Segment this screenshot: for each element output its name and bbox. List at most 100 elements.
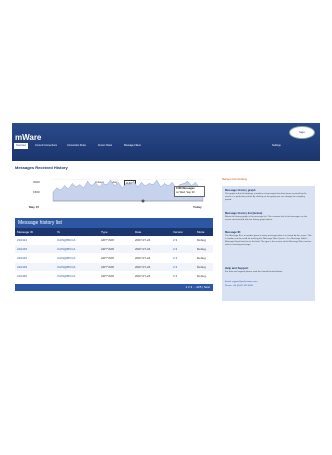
column-header[interactable]: To bbox=[57, 228, 60, 236]
data-point bbox=[110, 179, 111, 181]
type-cell: ADT^A08 bbox=[101, 256, 114, 260]
mode-cell: Debug bbox=[197, 256, 206, 260]
help-heading: Message ID bbox=[225, 230, 241, 234]
mode-cell: Debug bbox=[197, 265, 206, 269]
to-link[interactable]: CAIS@BCCA bbox=[57, 254, 75, 262]
nav-current-connections[interactable]: Current Connections bbox=[33, 143, 59, 149]
type-cell: ADT^A08 bbox=[101, 274, 114, 278]
data-point bbox=[79, 184, 81, 185]
message-id-link[interactable]: 210415 bbox=[17, 245, 27, 253]
x-start-label: May 15 bbox=[29, 205, 39, 209]
pagination[interactable]: 1 2 3 ... 225 | Next bbox=[15, 284, 213, 291]
data-point bbox=[137, 186, 138, 188]
column-header[interactable]: Type bbox=[101, 228, 108, 236]
table-row[interactable]: 210415 CAIS@BCCA ADT^A08 2007-07-24 2.3 … bbox=[15, 245, 213, 253]
data-point bbox=[160, 186, 161, 188]
main-nav: Overview Current Connections Connection … bbox=[12, 143, 320, 149]
data-point bbox=[195, 182, 196, 183]
company-logo: logo bbox=[289, 126, 315, 139]
message-list-panel: Message history list Message ID To Type … bbox=[15, 218, 213, 298]
table-row[interactable]: 210414 CAIS@BCCA ADT^A08 2007-07-24 2.3 … bbox=[15, 236, 213, 244]
table-row[interactable]: 210416 CAIS@BCCA ADT^A08 2007-07-24 2.3 … bbox=[15, 254, 213, 262]
data-point bbox=[141, 182, 142, 183]
nav-message-filters[interactable]: Message Filters bbox=[122, 143, 143, 149]
help-text: The graph at the left displays a timelin… bbox=[225, 193, 307, 201]
data-point bbox=[125, 183, 127, 184]
type-cell: ADT^A08 bbox=[101, 247, 114, 251]
data-point bbox=[179, 184, 181, 185]
date-cell: 2007-07-24 bbox=[135, 238, 151, 242]
message-id-link[interactable]: 210419 bbox=[17, 263, 27, 271]
to-link[interactable]: CAIS@BCCA bbox=[57, 263, 75, 271]
help-heading: Message history graph bbox=[225, 188, 256, 192]
version-link[interactable]: 2.3 bbox=[173, 263, 177, 271]
range-slider-handle[interactable] bbox=[141, 199, 145, 203]
data-point bbox=[187, 181, 188, 182]
data-point bbox=[183, 183, 185, 184]
server-status-link[interactable]: Server not running bbox=[222, 177, 247, 181]
table-row[interactable]: 210419 CAIS@BCCA ADT^A08 2007-07-24 2.3 … bbox=[15, 263, 213, 271]
data-point bbox=[171, 182, 173, 183]
nav-overview[interactable]: Overview bbox=[14, 143, 28, 149]
data-point bbox=[133, 181, 135, 182]
table-row[interactable]: 210420 CAIS@BCCA ADT^A08 2007-07-24 2.3 … bbox=[15, 272, 213, 280]
data-point bbox=[148, 183, 150, 184]
app-title: mWare bbox=[15, 133, 42, 142]
column-header[interactable]: Date bbox=[135, 228, 141, 236]
help-heading: Message history list (below) bbox=[225, 211, 263, 215]
to-link[interactable]: CAIS@BCCA bbox=[57, 272, 75, 280]
data-point bbox=[87, 181, 88, 182]
data-point bbox=[152, 184, 154, 185]
data-point bbox=[168, 185, 169, 187]
date-cell: 2007-07-24 bbox=[135, 256, 151, 260]
data-point bbox=[102, 183, 104, 184]
history-title: Messages Received History bbox=[15, 165, 68, 170]
data-point bbox=[114, 185, 115, 187]
date-cell: 2007-07-24 bbox=[135, 265, 151, 269]
help-text: Below the history graph is the message l… bbox=[225, 216, 308, 221]
tooltip-date: on Wed, Sep 30 bbox=[176, 191, 195, 194]
data-point bbox=[118, 182, 119, 183]
nav-known-hosts[interactable]: Known Hosts bbox=[96, 143, 114, 149]
data-point bbox=[56, 187, 58, 189]
data-point bbox=[64, 185, 65, 187]
data-point bbox=[129, 184, 131, 185]
version-link[interactable]: 2.3 bbox=[173, 245, 177, 253]
date-cell: 2007-07-24 bbox=[135, 274, 151, 278]
support-email-link[interactable]: Email: support@perfectware.com bbox=[225, 281, 312, 284]
column-header[interactable]: Version bbox=[173, 228, 183, 236]
data-point bbox=[68, 188, 69, 190]
help-panel: Message history graph The graph at the l… bbox=[222, 186, 315, 301]
data-point bbox=[83, 187, 85, 189]
data-point bbox=[71, 183, 73, 184]
support-phone-link[interactable]: Phone: +44 (0)121 432 4600 bbox=[225, 285, 312, 288]
message-id-link[interactable]: 210416 bbox=[17, 254, 27, 262]
column-header[interactable]: Mode bbox=[197, 228, 205, 236]
data-point bbox=[145, 185, 146, 187]
data-point bbox=[75, 186, 77, 188]
to-link[interactable]: CAIS@BCCA bbox=[57, 245, 75, 253]
message-id-link[interactable]: 210414 bbox=[17, 236, 27, 244]
data-point bbox=[121, 187, 123, 189]
date-cell: 2007-07-24 bbox=[135, 247, 151, 251]
data-point bbox=[202, 197, 204, 198]
help-heading: Help and Support bbox=[225, 266, 249, 270]
help-text: For help and support please read the tut… bbox=[225, 271, 283, 273]
type-cell: ADT^A08 bbox=[101, 238, 114, 242]
app-header: mWare logo Overview Current Connections … bbox=[12, 123, 320, 161]
data-point bbox=[52, 191, 54, 193]
data-point bbox=[91, 185, 92, 187]
message-id-link[interactable]: 210420 bbox=[17, 272, 27, 280]
mware-window: mWare logo Overview Current Connections … bbox=[12, 123, 320, 308]
table-header: Message ID To Type Date Version Mode bbox=[15, 228, 213, 236]
help-text: The Message ID is a number given to ever… bbox=[225, 235, 312, 246]
data-point bbox=[164, 183, 165, 184]
version-link[interactable]: 2.3 bbox=[173, 272, 177, 280]
version-link[interactable]: 2.3 bbox=[173, 254, 177, 262]
column-header[interactable]: Message ID bbox=[17, 228, 33, 236]
version-link[interactable]: 2.3 bbox=[173, 236, 177, 244]
nav-settings[interactable]: Settings bbox=[270, 143, 283, 149]
to-link[interactable]: CAIS@BCCA bbox=[57, 236, 75, 244]
mode-cell: Debug bbox=[197, 274, 206, 278]
nav-connection-rules[interactable]: Connection Rules bbox=[65, 143, 88, 149]
